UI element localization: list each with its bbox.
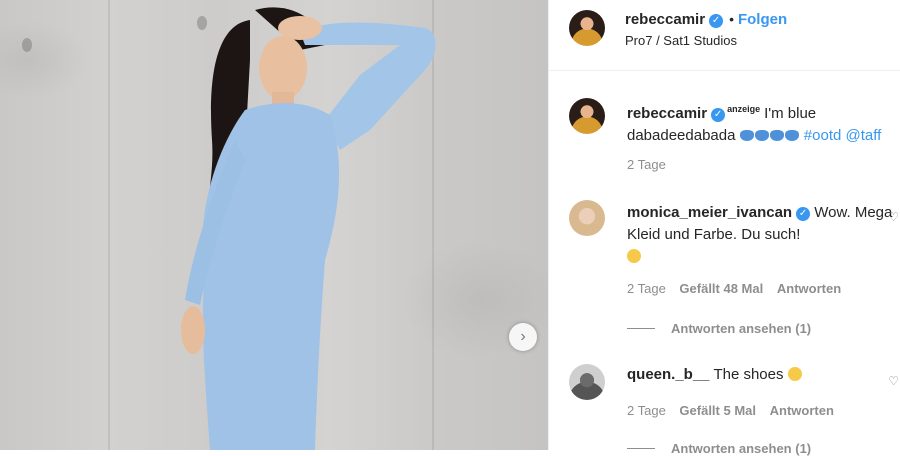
view-replies-button[interactable]: Antworten ansehen (1) xyxy=(627,321,811,336)
caption-username[interactable]: rebeccamir xyxy=(627,105,707,122)
post-header: rebeccamir ✓ • Folgen Pro7 / Sat1 Studios xyxy=(549,0,900,71)
caption-time[interactable]: 2 Tage xyxy=(627,157,666,172)
verified-badge-icon: ✓ xyxy=(709,14,724,28)
divider-line xyxy=(627,448,655,449)
post-photo: › xyxy=(0,0,548,450)
comment-meta: 2 Tage Gefällt 48 Mal Antworten xyxy=(627,281,851,296)
comment-text: The shoes xyxy=(713,366,784,383)
comment-username[interactable]: queen._b__ xyxy=(627,366,710,383)
caption-meta: 2 Tage xyxy=(627,157,676,172)
comment-likes[interactable]: Gefällt 48 Mal xyxy=(679,281,763,296)
divider-line xyxy=(627,328,655,329)
caption-hashtags[interactable]: #ootd @taff xyxy=(804,127,882,144)
avatar[interactable] xyxy=(569,98,605,134)
avatar[interactable] xyxy=(569,364,605,400)
caption: rebeccamir ✓ anzeige I'm blue dabadeedabada… xyxy=(627,98,897,147)
comment-username[interactable]: monica_meier_ivancan xyxy=(627,204,792,221)
view-replies-label: Antworten ansehen (1) xyxy=(671,441,812,456)
verified-badge-icon: ✓ xyxy=(711,108,726,122)
avatar[interactable] xyxy=(569,200,605,236)
butterfly-emoji xyxy=(739,127,800,144)
reply-button[interactable]: Antworten xyxy=(777,281,841,296)
sponsored-badge: anzeige xyxy=(727,104,761,114)
comment-time[interactable]: 2 Tage xyxy=(627,281,666,296)
next-photo-button[interactable]: › xyxy=(509,323,537,351)
smiling-emoji xyxy=(787,367,802,381)
heart-icon[interactable]: ♡ xyxy=(888,374,899,388)
comment: queen._b__ The shoes xyxy=(627,364,897,386)
separator-dot: • xyxy=(729,11,734,27)
reply-button[interactable]: Antworten xyxy=(770,403,834,418)
post-sidebar: rebeccamir ✓ • Folgen Pro7 / Sat1 Studios r… xyxy=(548,0,900,456)
comment-time[interactable]: 2 Tage xyxy=(627,403,666,418)
follow-button[interactable]: Folgen xyxy=(738,11,787,28)
avatar[interactable] xyxy=(569,10,605,46)
comment: monica_meier_ivancan ✓ Wow. Mega Kleid un… xyxy=(627,202,897,268)
post-username[interactable]: rebeccamir xyxy=(625,11,705,28)
verified-badge-icon: ✓ xyxy=(796,207,811,221)
chevron-right-icon: › xyxy=(520,328,526,345)
view-replies-label: Antworten ansehen (1) xyxy=(671,321,812,336)
comment-meta: 2 Tage Gefällt 5 Mal Antworten xyxy=(627,403,844,418)
comment-likes[interactable]: Gefällt 5 Mal xyxy=(679,403,756,418)
grinning-emoji xyxy=(627,249,641,263)
view-replies-button[interactable]: Antworten ansehen (1) xyxy=(627,441,811,456)
model-figure xyxy=(181,7,436,450)
heart-icon[interactable]: ♡ xyxy=(888,210,899,224)
post-location[interactable]: Pro7 / Sat1 Studios xyxy=(625,33,737,48)
